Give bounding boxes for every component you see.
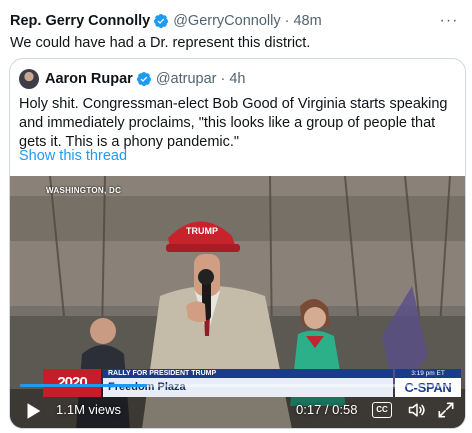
more-horizontal-icon[interactable]: ··· [438,11,460,31]
duration: 0:58 [332,402,358,417]
progress-bar[interactable] [20,384,455,387]
separator-dot: · [220,71,226,87]
quoted-tweet-text: Holy shit. Congressman-elect Bob Good of… [19,96,448,150]
quoted-tweet-timestamp[interactable]: 4h [229,71,245,87]
tweet-timestamp[interactable]: 48m [293,13,321,29]
author-name[interactable]: Rep. Gerry Connolly [10,13,150,29]
video-controls: 1.1M views 0:17 / 0:58 CC [10,394,465,428]
tweet-text: We could have had a Dr. represent this d… [10,35,311,51]
verified-badge-icon [154,14,169,28]
svg-text:TRUMP: TRUMP [186,226,218,236]
video-timer: 0:17 / 0:58 [296,402,357,417]
tweet[interactable]: Rep. Gerry Connolly @GerryConnolly · 48m… [0,0,472,433]
quoted-author-handle[interactable]: @atrupar [156,71,217,87]
video-player[interactable]: TRUMP WASHINGTON, DC 2020 RALLY FOR PRES… [10,176,465,428]
avatar[interactable] [19,69,39,89]
show-thread-link[interactable]: Show this thread [19,148,127,164]
broadcast-lower-third: 2020 RALLY FOR PRESIDENT TRUMP Freedom P… [43,369,463,397]
separator-dot: · [284,13,290,29]
view-count: 1.1M views [56,402,122,417]
logo-2020: 2020 [43,369,101,397]
author-handle[interactable]: @GerryConnolly [173,13,280,29]
verified-badge-icon [136,72,151,86]
time-separator: / [321,402,333,417]
quoted-tweet[interactable]: Aaron Rupar @atrupar · 4h Holy shit. Con… [9,58,466,429]
quoted-tweet-header: Aaron Rupar @atrupar · 4h [19,68,455,90]
quoted-author-name[interactable]: Aaron Rupar [45,71,133,87]
location-caption: WASHINGTON, DC [46,186,122,195]
fullscreen-icon[interactable] [436,400,456,420]
broadcast-time: 3:19 pm ET [395,369,461,378]
tweet-header: Rep. Gerry Connolly @GerryConnolly · 48m… [10,11,462,31]
closed-captions-icon[interactable]: CC [372,402,392,418]
banner-headline: RALLY FOR PRESIDENT TRUMP [103,369,393,378]
play-icon[interactable] [22,400,44,422]
volume-icon[interactable] [406,400,428,420]
current-time: 0:17 [296,402,322,417]
progress-fill [20,384,148,387]
